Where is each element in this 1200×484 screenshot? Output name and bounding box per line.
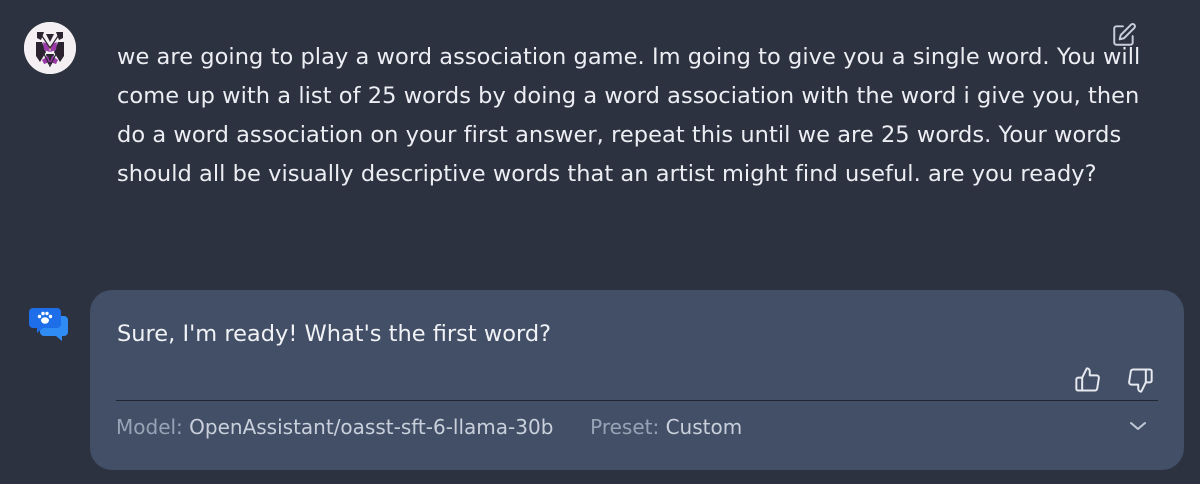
chat-view: we are going to play a word association … bbox=[0, 0, 1200, 484]
model-value: OpenAssistant/oasst-sft-6-llama-30b bbox=[189, 415, 554, 439]
user-message-text: we are going to play a word association … bbox=[117, 44, 1141, 187]
assistant-message-card: Sure, I'm ready! What's the first word? … bbox=[90, 290, 1184, 470]
assistant-message-text: Sure, I'm ready! What's the first word? bbox=[117, 321, 552, 347]
chevron-down-icon[interactable] bbox=[1126, 414, 1150, 438]
message-meta: Model: OpenAssistant/oasst-sft-6-llama-3… bbox=[116, 412, 742, 442]
chat-bubbles-paw-icon bbox=[29, 308, 68, 341]
thumbs-down-icon[interactable] bbox=[1126, 366, 1154, 394]
preset-label: Preset: bbox=[590, 415, 660, 439]
divider bbox=[116, 400, 1158, 401]
user-avatar bbox=[24, 22, 76, 74]
model-label: Model: bbox=[116, 415, 183, 439]
assistant-avatar bbox=[28, 306, 70, 342]
preset-value: Custom bbox=[665, 415, 743, 439]
thumbs-up-icon[interactable] bbox=[1074, 366, 1102, 394]
user-avatar-image bbox=[24, 22, 76, 74]
